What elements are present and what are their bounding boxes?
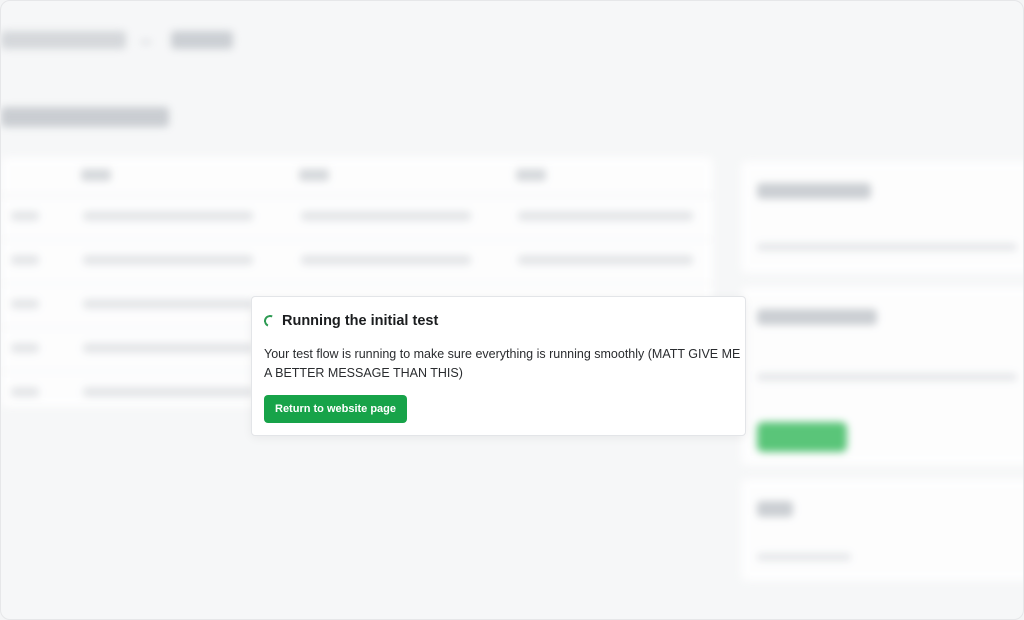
return-to-website-button[interactable]: Return to website page <box>264 395 408 423</box>
modal-header: Running the initial test <box>262 313 439 329</box>
table-cell <box>83 387 253 397</box>
table-cell <box>83 343 253 353</box>
side-card-report <box>741 287 1023 465</box>
table-cell <box>11 255 39 265</box>
side-card-line <box>757 373 1017 381</box>
modal-message: Your test flow is running to make sure e… <box>264 347 741 380</box>
table-cell <box>301 255 471 265</box>
column-header <box>299 169 329 181</box>
breadcrumb-parent <box>1 31 126 49</box>
page-heading <box>1 107 169 127</box>
table-cell <box>83 255 253 265</box>
side-card-details <box>741 161 1023 273</box>
side-card-button <box>757 422 847 452</box>
table-cell <box>11 343 39 353</box>
column-header <box>516 169 546 181</box>
column-header <box>81 169 111 181</box>
table-cell <box>11 211 39 221</box>
table-cell <box>11 299 39 309</box>
breadcrumb-current <box>171 31 233 49</box>
running-test-modal: Running the initial test Your test flow … <box>251 296 746 436</box>
table-cell <box>83 211 253 221</box>
breadcrumb-separator <box>141 41 151 43</box>
side-card-title <box>757 501 793 517</box>
modal-title: Running the initial test <box>282 313 439 329</box>
table-cell <box>518 211 693 221</box>
side-card-line <box>757 553 851 561</box>
table-row <box>1 239 713 284</box>
loading-spinner-icon <box>262 313 278 329</box>
table-row <box>1 195 713 240</box>
table-cell <box>11 387 39 397</box>
app-window: Running the initial test Your test flow … <box>0 0 1024 620</box>
table-cell <box>518 255 693 265</box>
side-card-line <box>757 243 1017 251</box>
side-card-notes <box>741 479 1023 581</box>
side-card-title <box>757 309 877 325</box>
table-header <box>1 157 713 196</box>
table-cell <box>301 211 471 221</box>
side-card-title <box>757 183 871 199</box>
table-cell <box>83 299 253 309</box>
